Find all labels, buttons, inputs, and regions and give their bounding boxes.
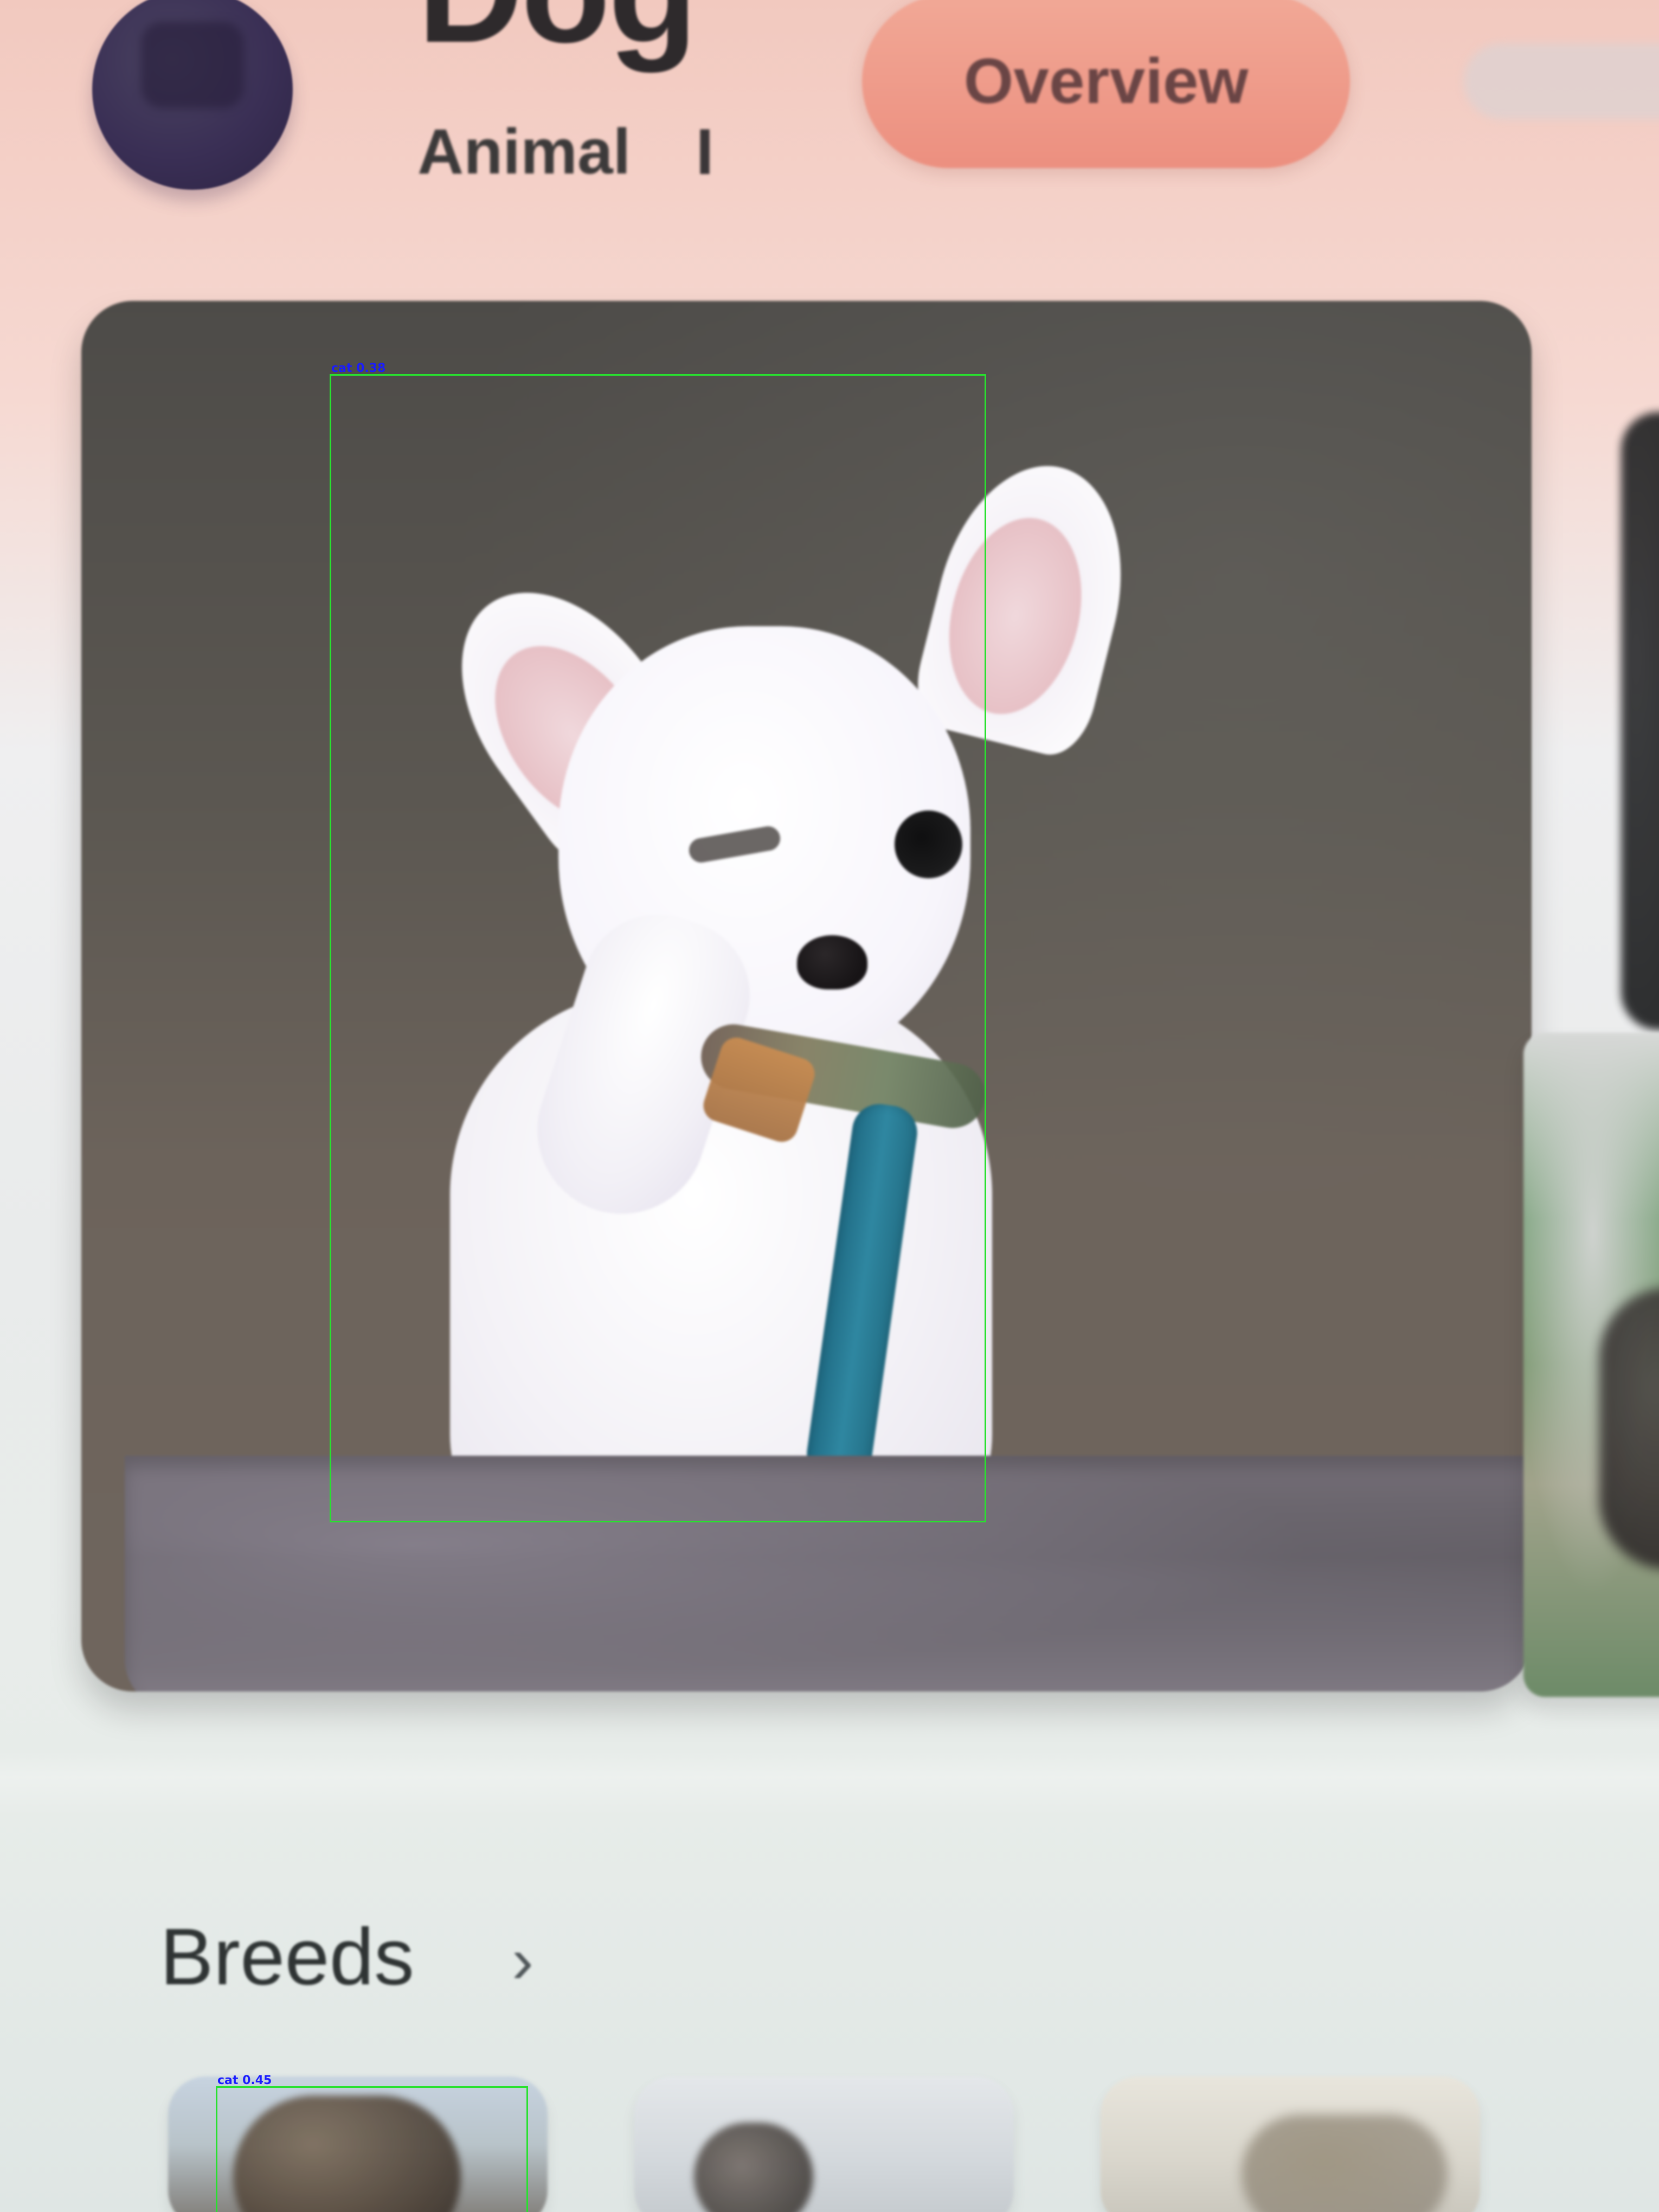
- tab-overview[interactable]: Overview: [862, 0, 1350, 168]
- breeds-header[interactable]: Breeds ›: [160, 1903, 533, 2011]
- detection-label: cat 0.38: [331, 362, 386, 375]
- chevron-right-icon[interactable]: ›: [512, 1928, 533, 1993]
- page-title: Dog: [417, 0, 698, 65]
- subtitle-text: Animal: [417, 116, 631, 188]
- breed-thumbnail[interactable]: [1101, 2076, 1480, 2212]
- next-card-dark-edge: [1621, 412, 1659, 1030]
- next-image-card[interactable]: [1523, 1033, 1659, 1697]
- detection-box: cat 0.45: [216, 2075, 528, 2212]
- detection-box: cat 0.38: [330, 363, 986, 1522]
- entity-avatar-icon: [92, 0, 293, 190]
- page-subtitle: Animal I: [417, 119, 714, 184]
- info-icon[interactable]: I: [696, 119, 713, 184]
- breed-thumbnail[interactable]: [634, 2076, 1014, 2212]
- phone-photo-of-screen: Dog Animal I Overview Breeds ›: [0, 0, 1659, 2212]
- detection-label: cat 0.45: [217, 2074, 272, 2087]
- tab-next-chip[interactable]: [1464, 43, 1659, 119]
- breeds-title: Breeds: [160, 1912, 414, 2002]
- header: Dog Animal I Overview: [0, 0, 1659, 293]
- section-separator: [0, 1751, 1659, 1816]
